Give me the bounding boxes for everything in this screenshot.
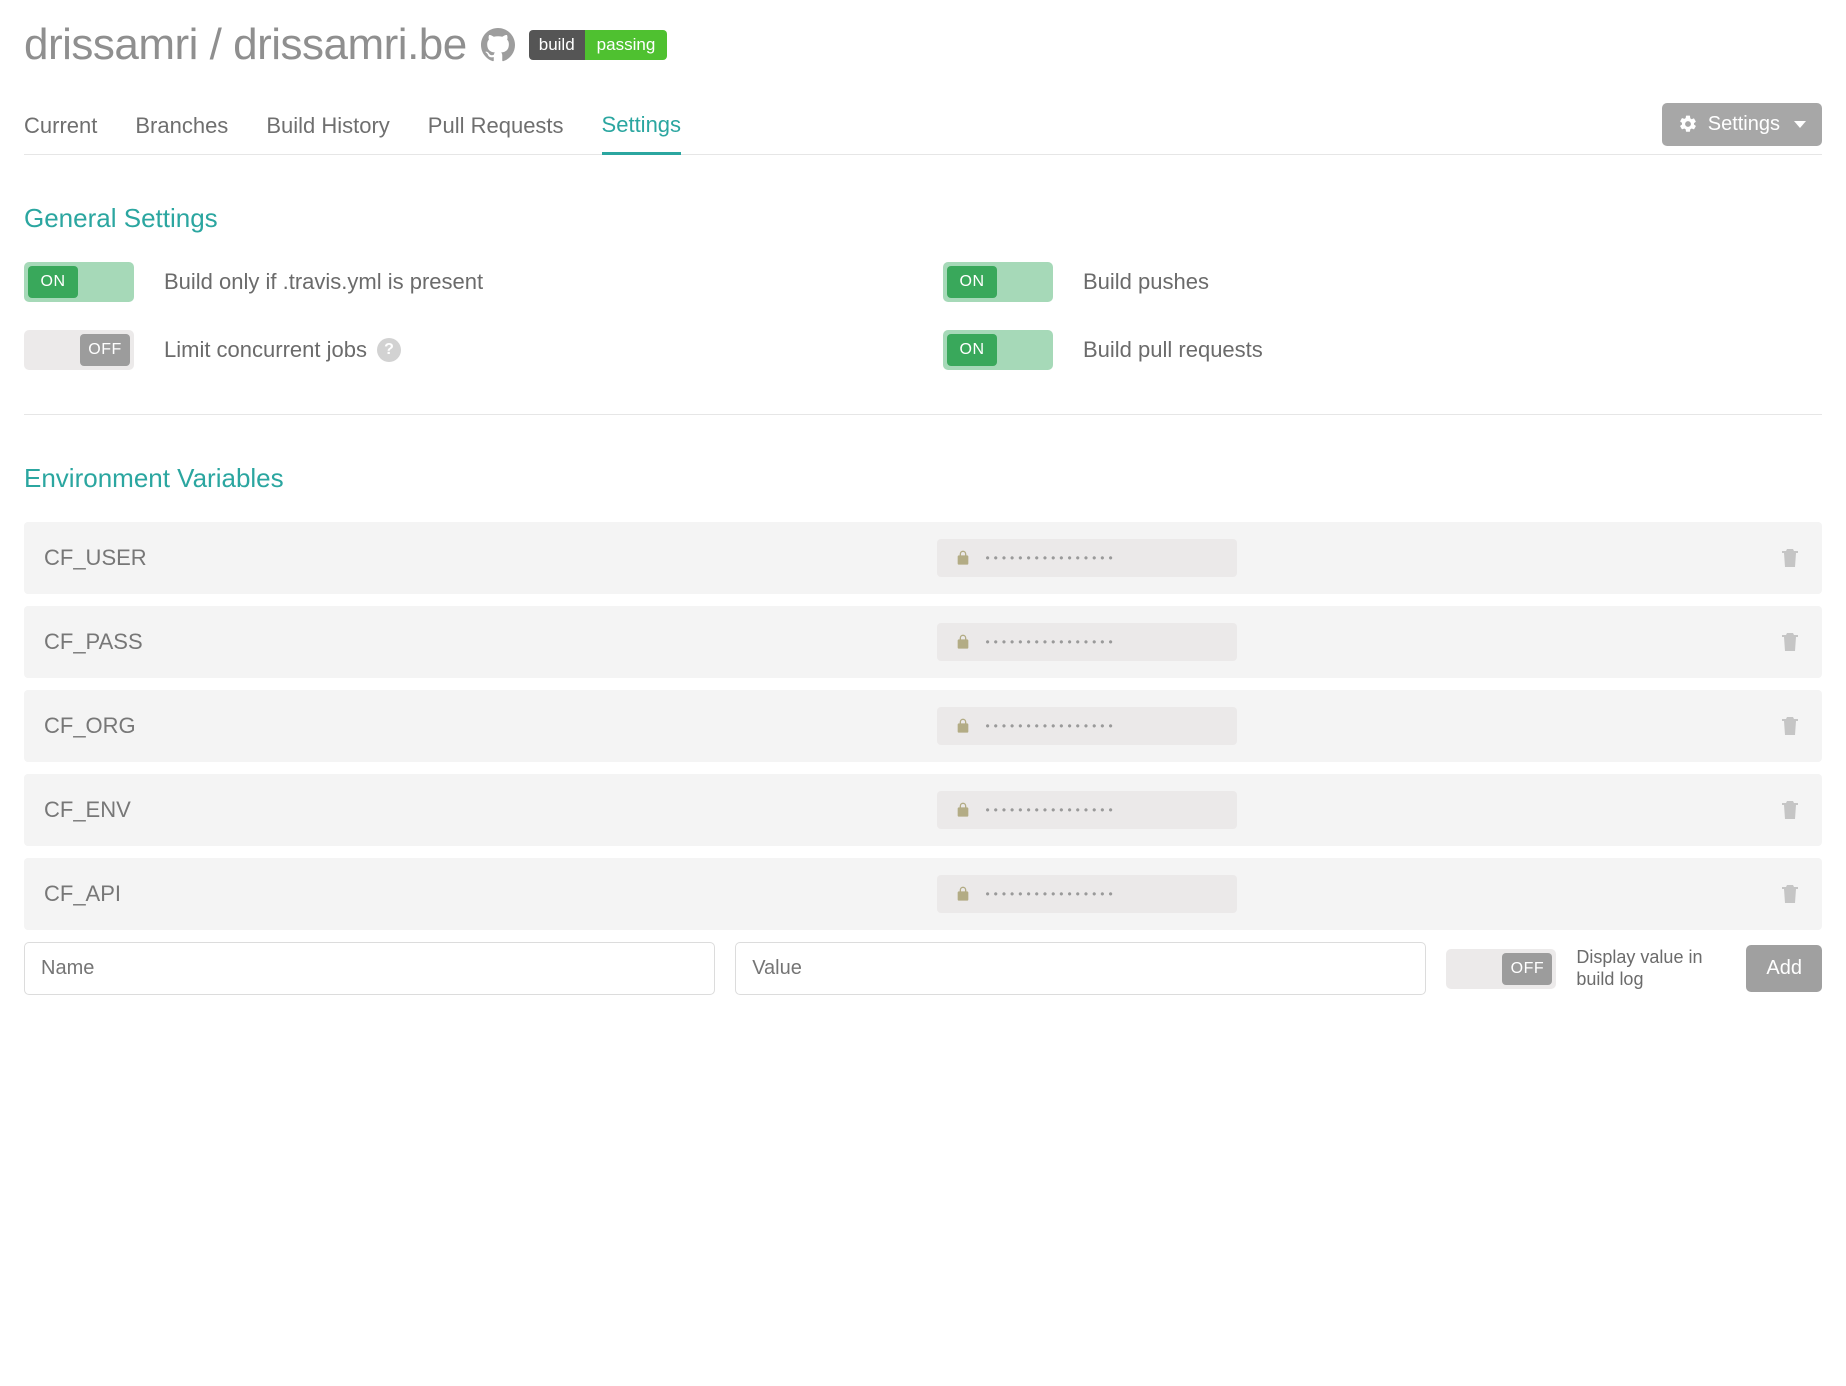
setting-travis-yml: ON Build only if .travis.yml is present bbox=[24, 262, 903, 302]
trash-icon[interactable] bbox=[1778, 797, 1802, 823]
env-var-row: CF_API •••••••••••••••• bbox=[24, 858, 1822, 930]
lock-icon bbox=[955, 885, 971, 903]
env-var-row: CF_PASS •••••••••••••••• bbox=[24, 606, 1822, 678]
toggle-knob: ON bbox=[947, 266, 997, 298]
settings-dropdown-label: Settings bbox=[1708, 113, 1780, 136]
github-icon[interactable] bbox=[481, 28, 515, 62]
env-var-value: •••••••••••••••• bbox=[937, 791, 1237, 829]
trash-icon[interactable] bbox=[1778, 881, 1802, 907]
trash-icon[interactable] bbox=[1778, 713, 1802, 739]
toggle-build-pushes[interactable]: ON bbox=[943, 262, 1053, 302]
lock-icon bbox=[955, 549, 971, 567]
env-var-name: CF_USER bbox=[44, 545, 937, 571]
tab-bar: Current Branches Build History Pull Requ… bbox=[24, 102, 1822, 155]
toggle-knob: OFF bbox=[1502, 953, 1552, 985]
toggle-limit-concurrent[interactable]: OFF bbox=[24, 330, 134, 370]
tab-settings[interactable]: Settings bbox=[602, 102, 682, 155]
setting-build-prs: ON Build pull requests bbox=[943, 330, 1822, 370]
toggle-knob: ON bbox=[947, 334, 997, 366]
tab-current[interactable]: Current bbox=[24, 103, 97, 153]
env-var-row: CF_ENV •••••••••••••••• bbox=[24, 774, 1822, 846]
env-var-list: CF_USER •••••••••••••••• CF_PASS •••••••… bbox=[24, 522, 1822, 930]
general-settings: ON Build only if .travis.yml is present … bbox=[24, 262, 1822, 415]
env-var-row: CF_ORG •••••••••••••••• bbox=[24, 690, 1822, 762]
toggle-knob: ON bbox=[28, 266, 78, 298]
env-var-masked: •••••••••••••••• bbox=[985, 887, 1116, 901]
env-var-row: CF_USER •••••••••••••••• bbox=[24, 522, 1822, 594]
env-var-name: CF_ORG bbox=[44, 713, 937, 739]
env-var-masked: •••••••••••••••• bbox=[985, 635, 1116, 649]
display-value-label: Display value in build log bbox=[1576, 947, 1726, 990]
chevron-down-icon bbox=[1794, 121, 1806, 128]
env-var-value: •••••••••••••••• bbox=[937, 539, 1237, 577]
add-button[interactable]: Add bbox=[1746, 945, 1822, 992]
env-value-input[interactable] bbox=[735, 942, 1426, 995]
env-vars-title: Environment Variables bbox=[24, 463, 1822, 494]
setting-label: Build only if .travis.yml is present bbox=[164, 269, 483, 295]
lock-icon bbox=[955, 717, 971, 735]
general-settings-title: General Settings bbox=[24, 203, 1822, 234]
badge-status-label: passing bbox=[585, 30, 668, 60]
setting-build-pushes: ON Build pushes bbox=[943, 262, 1822, 302]
tab-build-history[interactable]: Build History bbox=[266, 103, 389, 153]
env-var-masked: •••••••••••••••• bbox=[985, 551, 1116, 565]
env-var-value: •••••••••••••••• bbox=[937, 707, 1237, 745]
repo-title[interactable]: drissamri / drissamri.be bbox=[24, 20, 467, 70]
env-var-new-row: OFF Display value in build log Add bbox=[24, 942, 1822, 995]
toggle-travis-yml[interactable]: ON bbox=[24, 262, 134, 302]
env-var-value: •••••••••••••••• bbox=[937, 875, 1237, 913]
repo-header: drissamri / drissamri.be build passing bbox=[24, 20, 1822, 70]
toggle-display-value[interactable]: OFF bbox=[1446, 949, 1556, 989]
tab-pull-requests[interactable]: Pull Requests bbox=[428, 103, 564, 153]
setting-label: Limit concurrent jobs ? bbox=[164, 337, 401, 363]
env-var-masked: •••••••••••••••• bbox=[985, 719, 1116, 733]
setting-limit-concurrent: OFF Limit concurrent jobs ? bbox=[24, 330, 903, 370]
gear-icon bbox=[1678, 114, 1698, 134]
trash-icon[interactable] bbox=[1778, 545, 1802, 571]
env-var-masked: •••••••••••••••• bbox=[985, 803, 1116, 817]
toggle-build-prs[interactable]: ON bbox=[943, 330, 1053, 370]
env-var-value: •••••••••••••••• bbox=[937, 623, 1237, 661]
badge-build-label: build bbox=[529, 30, 585, 60]
env-var-name: CF_PASS bbox=[44, 629, 937, 655]
help-icon[interactable]: ? bbox=[377, 338, 401, 362]
env-var-name: CF_ENV bbox=[44, 797, 937, 823]
env-name-input[interactable] bbox=[24, 942, 715, 995]
lock-icon bbox=[955, 633, 971, 651]
setting-label: Build pull requests bbox=[1083, 337, 1263, 363]
trash-icon[interactable] bbox=[1778, 629, 1802, 655]
lock-icon bbox=[955, 801, 971, 819]
toggle-knob: OFF bbox=[80, 334, 130, 366]
tab-branches[interactable]: Branches bbox=[135, 103, 228, 153]
env-var-name: CF_API bbox=[44, 881, 937, 907]
settings-dropdown[interactable]: Settings bbox=[1662, 103, 1822, 146]
build-status-badge: build passing bbox=[529, 30, 668, 60]
setting-label: Build pushes bbox=[1083, 269, 1209, 295]
